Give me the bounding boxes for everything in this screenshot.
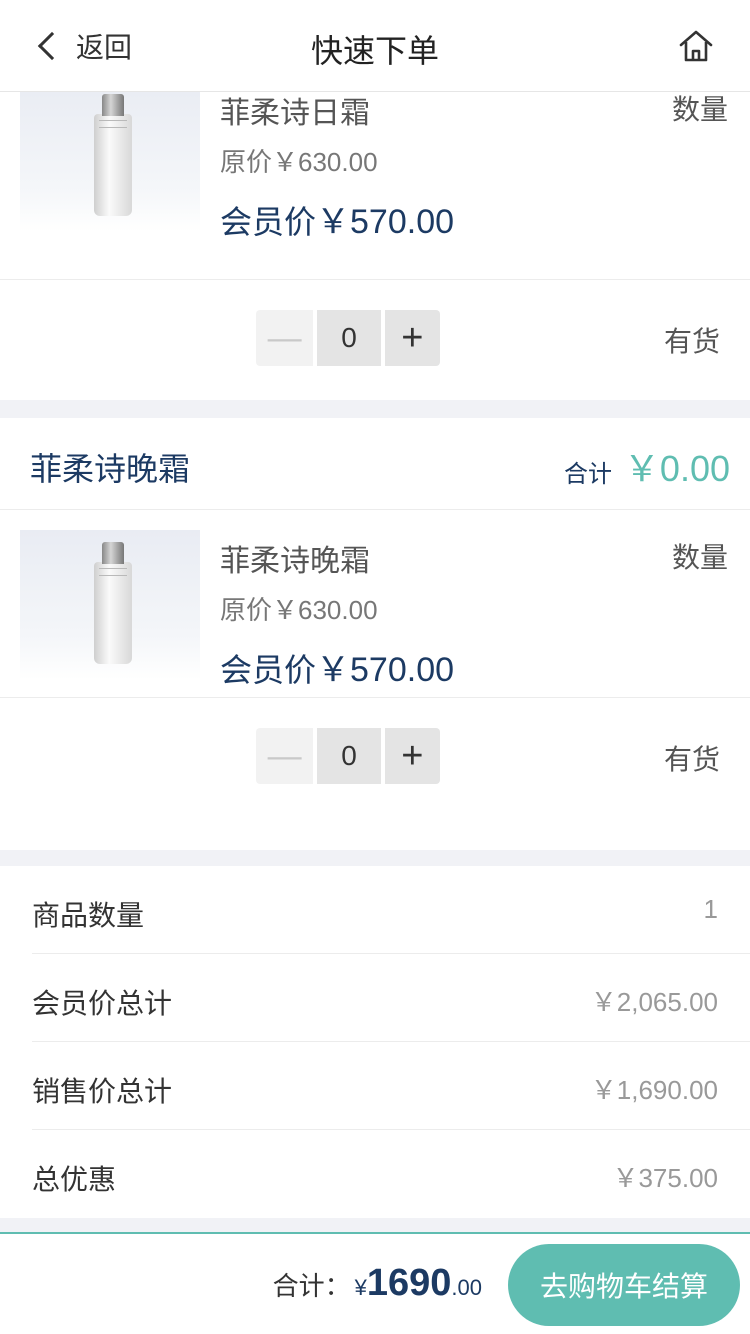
group-sum-label: 合计 [564, 461, 612, 488]
product-group: 菲柔诗晚霜 合计 ￥0.00 菲柔诗晚霜 数量 原价￥630.00 会员价￥57… [0, 418, 750, 850]
page-title: 快速下单 [310, 33, 439, 69]
order-summary: 商品数量 1 会员价总计 ￥2,065.00 销售价总计 ￥1,690.00 总… [0, 866, 750, 1218]
quantity-value[interactable]: 0 [317, 728, 381, 784]
bottle-icon [94, 542, 132, 664]
summary-row: 会员价总计 ￥2,065.00 [32, 954, 750, 1042]
original-price: 原价￥630.00 [220, 147, 378, 177]
product-info: 菲柔诗晚霜 数量 原价￥630.00 会员价￥570.00 [0, 510, 750, 698]
summary-key: 销售价总计 [32, 1076, 173, 1107]
summary-key: 商品数量 [32, 900, 145, 931]
checkout-button[interactable]: 去购物车结算 [508, 1244, 740, 1326]
member-price: 会员价￥570.00 [220, 651, 455, 689]
summary-value: 1 [703, 894, 718, 924]
total-integer: 1690 [366, 1262, 452, 1304]
summary-value: ￥2,065.00 [590, 987, 718, 1017]
quantity-stepper: — 0 + [256, 310, 440, 366]
decrease-button[interactable]: — [256, 310, 314, 366]
quantity-stepper: — 0 + [256, 728, 440, 784]
quantity-label: 数量 [671, 94, 728, 125]
quick-order-page: 返回 快速下单 菲柔诗日霜 数量 原价￥630.00 会员价￥570.00 — … [0, 0, 750, 1334]
summary-value: ￥375.00 [612, 1163, 718, 1193]
quantity-value[interactable]: 0 [317, 310, 381, 366]
summary-key: 总优惠 [32, 1164, 117, 1195]
stock-status: 有货 [663, 326, 720, 357]
total-label: 合计： [272, 1271, 351, 1301]
increase-button[interactable]: + [384, 310, 440, 366]
checkout-bar: 合计： ¥ 1690 .00 去购物车结算 [0, 1232, 750, 1334]
group-sum-value: ￥0.00 [623, 448, 730, 489]
summary-row: 商品数量 1 [32, 866, 750, 954]
quantity-row: — 0 + 有货 [0, 698, 750, 818]
member-price: 会员价￥570.00 [220, 203, 455, 241]
summary-row: 总优惠 ￥375.00 [32, 1130, 750, 1218]
summary-value: ￥1,690.00 [590, 1075, 718, 1105]
product-info: 菲柔诗日霜 数量 原价￥630.00 会员价￥570.00 [0, 82, 750, 280]
total-decimal: .00 [451, 1275, 482, 1300]
total-currency: ¥ [354, 1275, 367, 1300]
summary-key: 会员价总计 [32, 988, 173, 1019]
group-header: 菲柔诗晚霜 合计 ￥0.00 [0, 418, 750, 510]
product-name: 菲柔诗日霜 [220, 97, 370, 130]
product-image [20, 530, 200, 680]
product-name: 菲柔诗晚霜 [220, 545, 370, 578]
increase-button[interactable]: + [384, 728, 440, 784]
summary-row: 销售价总计 ￥1,690.00 [32, 1042, 750, 1130]
product-card: 菲柔诗日霜 数量 原价￥630.00 会员价￥570.00 — 0 + 有货 [0, 82, 750, 400]
stock-status: 有货 [663, 744, 720, 775]
bottle-icon [94, 94, 132, 216]
quantity-label: 数量 [671, 542, 728, 573]
quantity-row: — 0 + 有货 [0, 280, 750, 400]
product-image [20, 82, 200, 232]
nav-bar: 返回 快速下单 [0, 0, 750, 92]
decrease-button[interactable]: — [256, 728, 314, 784]
original-price: 原价￥630.00 [220, 595, 378, 625]
home-icon[interactable] [676, 26, 716, 66]
group-name: 菲柔诗晚霜 [30, 451, 191, 487]
order-total: 合计： ¥ 1690 .00 [273, 1262, 482, 1305]
